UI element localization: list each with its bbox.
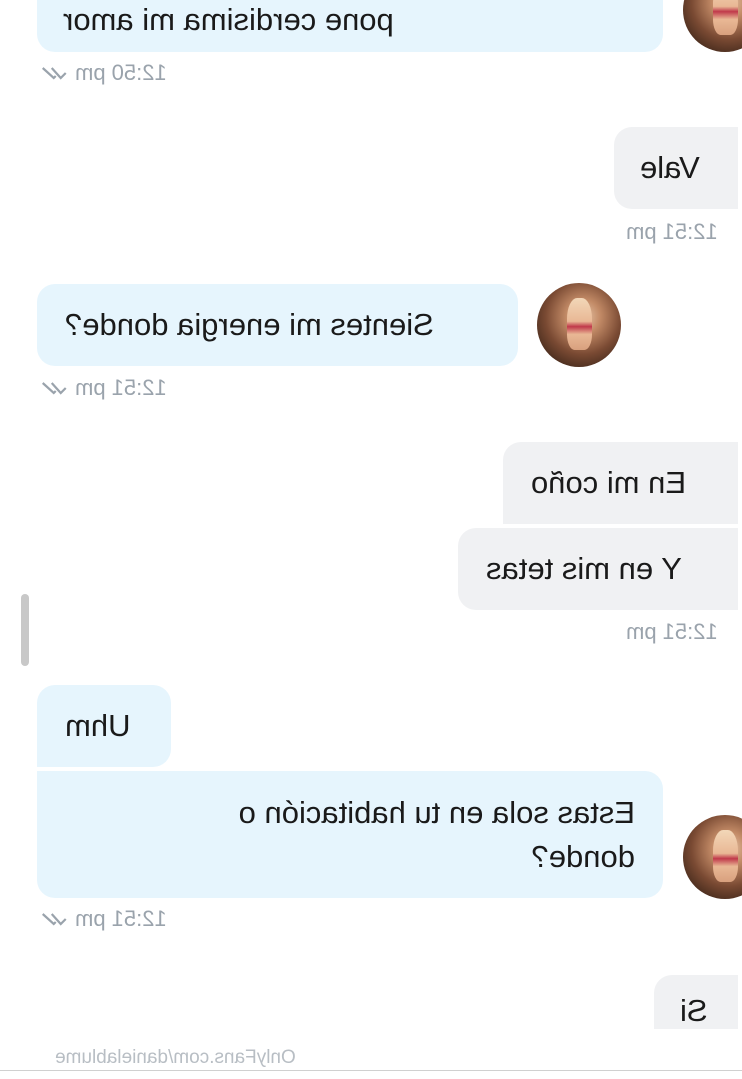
message-time: 12:51 pm bbox=[75, 375, 167, 400]
message-bubble-incoming[interactable]: pone cerdisima mi amor bbox=[37, 0, 663, 52]
sender-avatar[interactable] bbox=[683, 815, 742, 899]
message-time: 12:50 pm bbox=[75, 60, 167, 85]
message-bubble-outgoing[interactable]: Vale bbox=[614, 127, 738, 209]
watermark-text: OnlyFans.com/danielablume bbox=[55, 1047, 296, 1068]
scrollbar-thumb[interactable] bbox=[21, 594, 29, 666]
message-bubble-incoming[interactable]: Estas sola en tu habitación o donde? bbox=[37, 771, 663, 898]
timestamp-row: 12:51 pm bbox=[626, 617, 718, 647]
message-time: 12:51 pm bbox=[75, 906, 167, 931]
watermark: OnlyFans.com/danielablume bbox=[0, 1047, 296, 1069]
message-text: En mi coño bbox=[531, 465, 687, 500]
message-bubble-outgoing[interactable]: En mi coño bbox=[503, 442, 738, 524]
message-text: Si bbox=[680, 993, 708, 1028]
divider bbox=[0, 1070, 742, 1071]
timestamp-row: 12:51 pm bbox=[37, 373, 167, 403]
sender-avatar[interactable] bbox=[683, 0, 742, 52]
message-text: pone cerdisima mi amor bbox=[63, 2, 394, 37]
timestamp-row: 12:51 pm bbox=[37, 904, 167, 934]
message-time: 12:51 pm bbox=[626, 219, 718, 244]
message-text: Uhm bbox=[65, 708, 131, 743]
sender-avatar[interactable] bbox=[537, 283, 621, 367]
timestamp-row: 12:50 pm bbox=[37, 58, 167, 88]
message-bubble-outgoing[interactable]: Y en mis tetas bbox=[458, 528, 738, 610]
message-text: Sientes mi energia donde? bbox=[65, 307, 434, 342]
message-bubble-incoming[interactable]: Sientes mi energia donde? bbox=[37, 284, 518, 366]
message-time: 12:51 pm bbox=[626, 619, 718, 644]
message-text: Y en mis tetas bbox=[486, 551, 682, 586]
message-text: Estas sola en tu habitación o donde? bbox=[238, 794, 635, 874]
message-bubble-outgoing[interactable]: Si bbox=[654, 975, 738, 1029]
message-text: Vale bbox=[640, 150, 700, 185]
double-check-icon bbox=[42, 382, 67, 395]
timestamp-row: 12:51 pm bbox=[626, 217, 718, 247]
double-check-icon bbox=[42, 67, 67, 80]
double-check-icon bbox=[42, 913, 67, 926]
message-bubble-incoming[interactable]: Uhm bbox=[37, 685, 171, 767]
